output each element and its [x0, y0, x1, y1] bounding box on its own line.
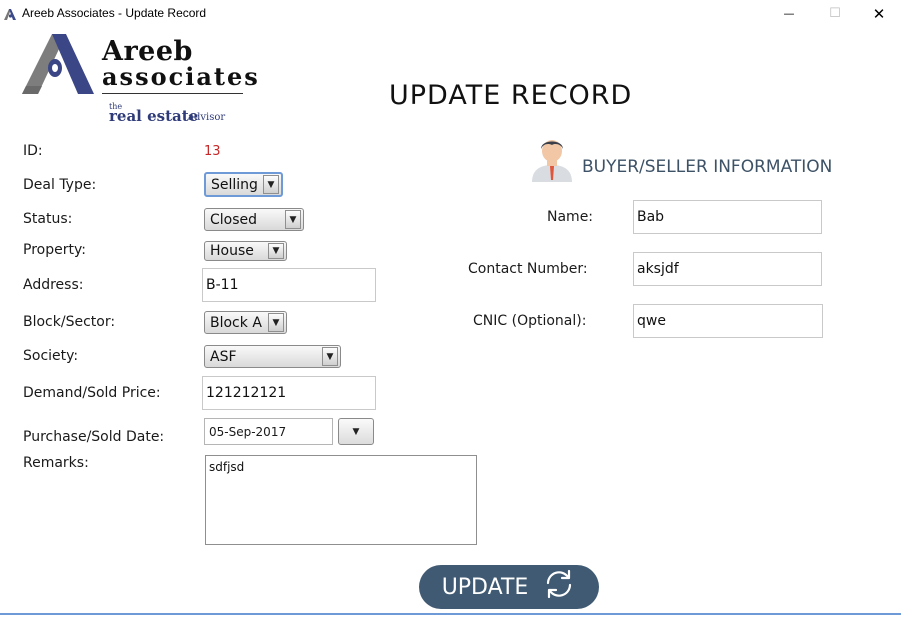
chevron-down-icon: ▼: [322, 347, 338, 366]
minimize-icon: —: [783, 7, 795, 20]
company-logo: Areeb associates the real estate advisor: [22, 30, 258, 126]
title-bar: Areeb Associates - Update Record — ☐ ✕: [0, 0, 901, 27]
address-label: Address:: [23, 277, 84, 293]
property-label: Property:: [23, 242, 86, 258]
contact-number-label: Contact Number:: [468, 261, 588, 277]
cnic-label: CNIC (Optional):: [473, 313, 587, 329]
person-icon: [530, 136, 574, 182]
chevron-down-icon: ▼: [268, 243, 284, 259]
status-value: Closed: [210, 211, 258, 228]
logo-tagline-main: real estate: [109, 107, 199, 125]
logo-tagline-advisor: advisor: [188, 112, 226, 123]
property-select[interactable]: House ▼: [204, 241, 287, 261]
date-label: Purchase/Sold Date:: [23, 429, 165, 445]
block-sector-label: Block/Sector:: [23, 314, 116, 330]
minimize-button[interactable]: —: [766, 0, 812, 27]
close-button[interactable]: ✕: [856, 0, 901, 27]
cnic-field[interactable]: qwe: [633, 304, 823, 338]
id-value: 13: [204, 144, 221, 159]
status-select[interactable]: Closed ▼: [204, 208, 304, 231]
update-button[interactable]: UPDATE: [419, 565, 599, 609]
society-select[interactable]: ASF ▼: [204, 345, 341, 368]
property-value: House: [210, 243, 254, 259]
address-field[interactable]: B-11: [202, 268, 376, 302]
page-title: UPDATE RECORD: [389, 80, 633, 111]
name-field[interactable]: Bab: [633, 200, 822, 234]
chevron-down-icon: ▼: [268, 313, 284, 332]
deal-type-select[interactable]: Selling ▼: [204, 172, 283, 197]
deal-type-label: Deal Type:: [23, 177, 97, 193]
date-field[interactable]: 05-Sep-2017: [204, 418, 333, 445]
buyer-seller-section-title: BUYER/SELLER INFORMATION: [582, 157, 833, 177]
name-label: Name:: [547, 209, 594, 225]
logo-divider: [102, 93, 243, 94]
maximize-icon: ☐: [829, 6, 841, 21]
block-sector-value: Block A: [210, 314, 262, 331]
society-label: Society:: [23, 348, 79, 364]
id-label: ID:: [23, 143, 43, 159]
close-icon: ✕: [872, 4, 886, 23]
status-label: Status:: [23, 211, 73, 227]
update-button-label: UPDATE: [441, 574, 529, 600]
date-picker-button[interactable]: ▼: [338, 418, 374, 445]
price-label: Demand/Sold Price:: [23, 385, 161, 401]
remarks-textarea[interactable]: sdfjsd: [205, 455, 477, 545]
contact-number-field[interactable]: aksjdf: [633, 252, 822, 286]
logo-mark-icon: [22, 34, 94, 94]
remarks-label: Remarks:: [23, 455, 89, 471]
chevron-down-icon: ▼: [285, 210, 301, 229]
logo-brand-line2: associates: [102, 62, 260, 91]
window-bottom-border: [0, 613, 901, 615]
refresh-icon: [542, 567, 576, 607]
block-sector-select[interactable]: Block A ▼: [204, 311, 287, 334]
society-value: ASF: [210, 348, 237, 365]
maximize-button[interactable]: ☐: [812, 0, 858, 27]
chevron-down-icon: ▼: [352, 426, 360, 437]
price-field[interactable]: 121212121: [202, 376, 376, 410]
deal-type-value: Selling: [211, 176, 258, 193]
window-title: Areeb Associates - Update Record: [22, 6, 207, 20]
app-logo-icon: [3, 6, 17, 20]
chevron-down-icon: ▼: [263, 175, 279, 194]
